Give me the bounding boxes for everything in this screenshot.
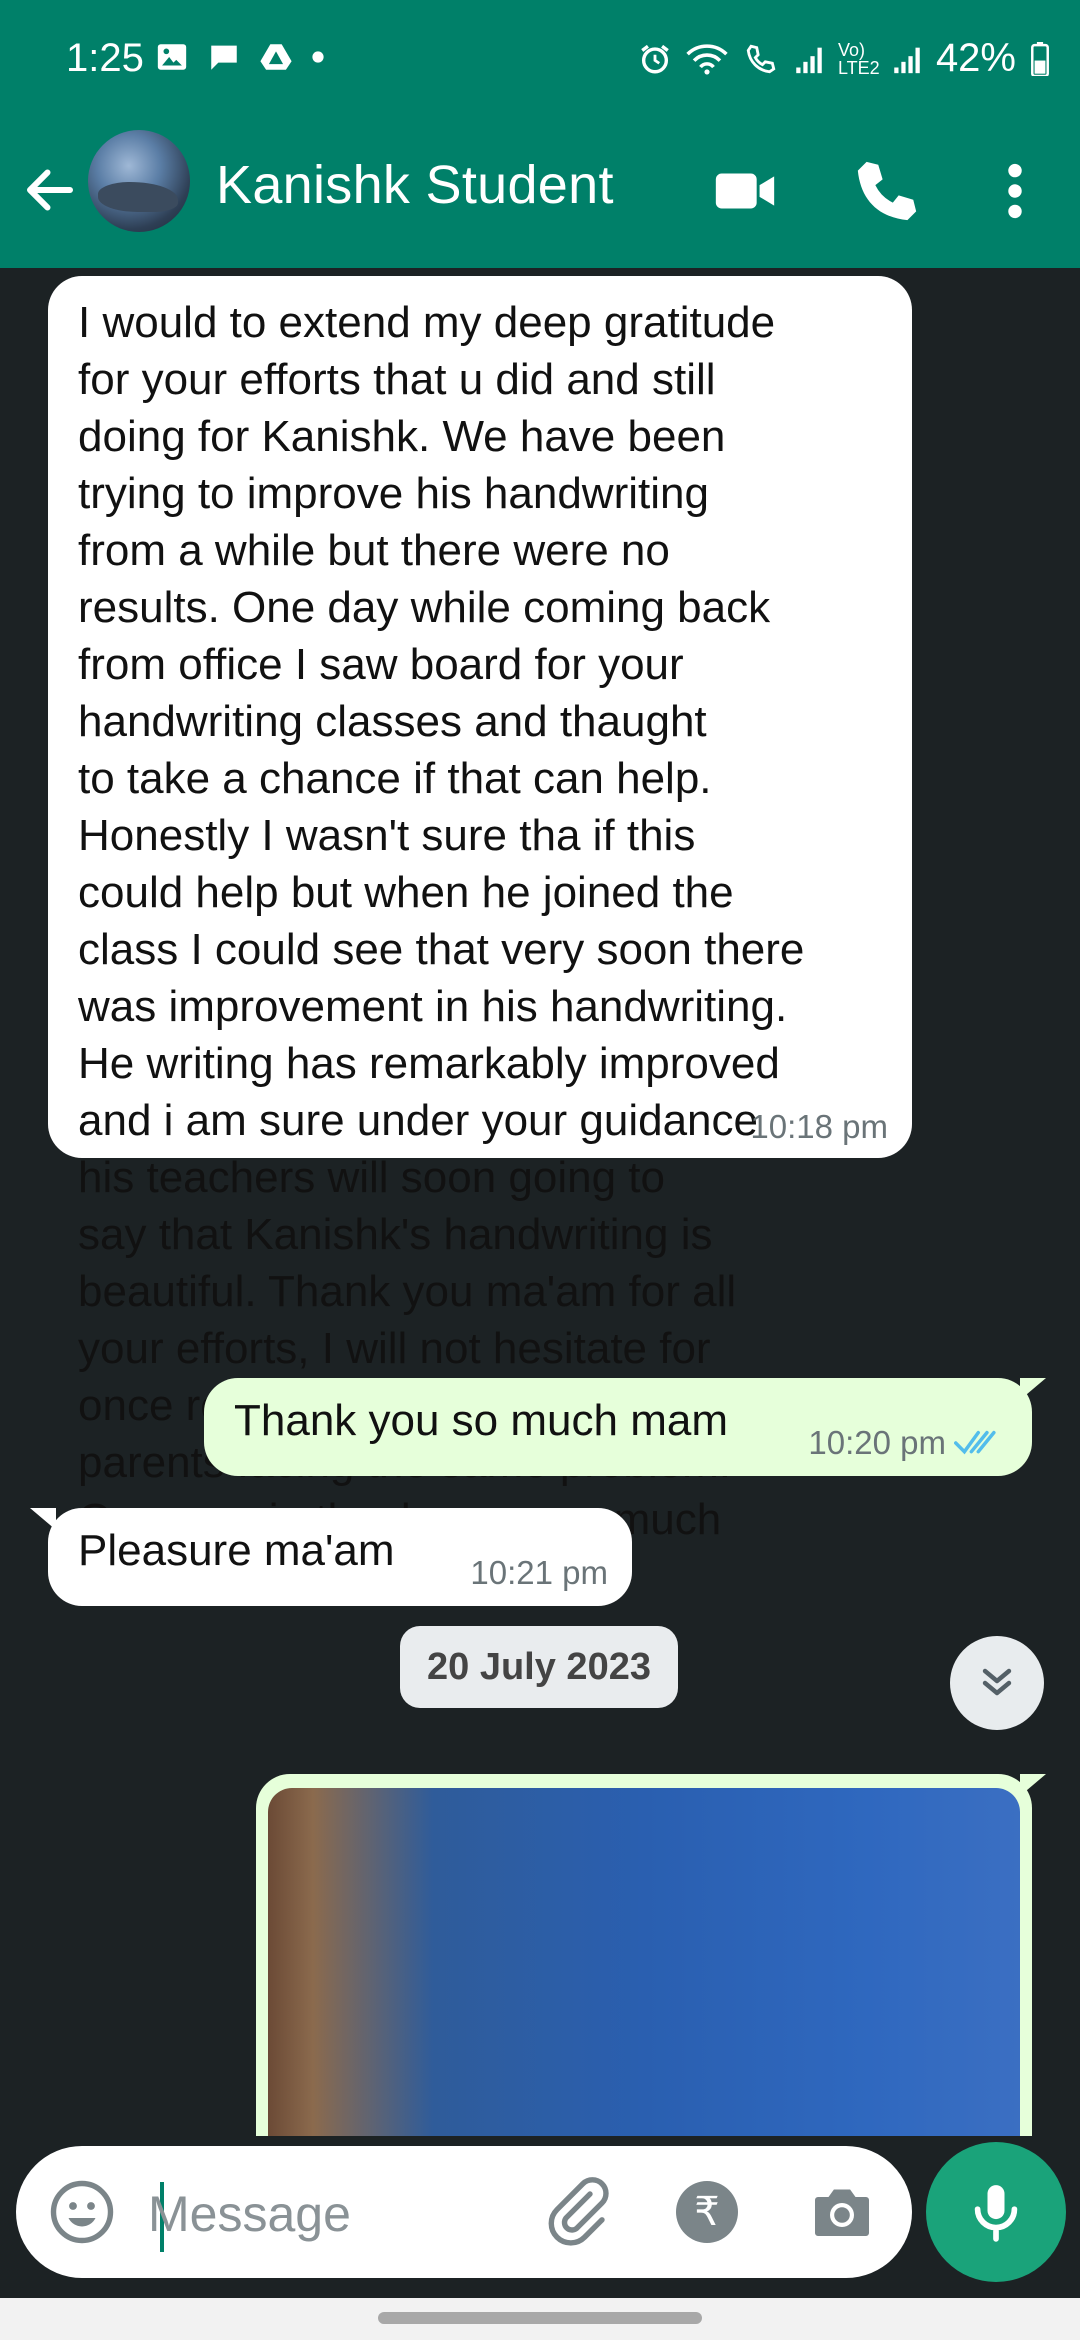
battery-icon — [1031, 41, 1049, 76]
status-time: 1:25 — [66, 36, 144, 80]
emoji-icon[interactable] — [46, 2176, 118, 2248]
message-input[interactable] — [146, 2178, 530, 2250]
message-text: Pleasure ma'am — [78, 1526, 395, 1575]
signal-2-icon — [894, 47, 920, 73]
battery-percent: 42% — [935, 36, 1016, 80]
chat-area[interactable]: I would to extend my deep gratitude for … — [0, 268, 1080, 2136]
message-incoming[interactable]: I would to extend my deep gratitude for … — [48, 276, 912, 1601]
date-separator: 20 July 2023 — [400, 1626, 678, 1708]
chat-notification-icon — [211, 45, 237, 70]
scroll-to-bottom-button[interactable] — [950, 1636, 1044, 1730]
network-label: Vo) LTE2 — [837, 39, 880, 78]
payment-icon[interactable]: ₹ — [676, 2181, 738, 2243]
voice-call-icon[interactable] — [852, 156, 922, 226]
contact-name[interactable]: Kanishk Student — [216, 154, 614, 216]
read-receipt-icon — [954, 1430, 996, 1455]
attachment-icon[interactable] — [542, 2176, 614, 2248]
drive-icon — [260, 44, 292, 70]
message-time: 10:21 pm — [470, 1554, 608, 1591]
message-time: 10:18 pm — [750, 1108, 888, 1145]
message-outgoing[interactable]: Thank you so much mam 10:20 pm — [204, 1378, 1046, 1476]
wifi-calling-icon — [746, 44, 776, 73]
media-thumbnail[interactable] — [268, 1788, 1020, 2136]
gallery-icon — [157, 44, 187, 70]
message-time: 10:20 pm — [808, 1424, 946, 1461]
back-arrow-icon[interactable] — [20, 160, 80, 220]
video-call-icon[interactable] — [710, 156, 780, 226]
message-outgoing-media[interactable] — [256, 1774, 1046, 2136]
wifi-icon — [686, 43, 728, 75]
system-navigation-bar — [0, 2298, 1080, 2340]
more-options-icon[interactable] — [980, 156, 1050, 226]
contact-avatar[interactable] — [88, 130, 190, 232]
gesture-handle[interactable] — [378, 2312, 702, 2324]
dot-icon — [312, 51, 324, 63]
microphone-icon — [974, 2185, 1018, 2242]
voice-message-button[interactable] — [926, 2142, 1066, 2282]
double-chevron-down-icon — [982, 1668, 1012, 1696]
message-incoming[interactable]: Pleasure ma'am 10:21 pm — [30, 1508, 632, 1606]
message-text: Thank you so much mam — [234, 1396, 728, 1445]
camera-icon[interactable] — [806, 2176, 878, 2248]
alarm-icon — [641, 44, 669, 73]
signal-1-icon — [796, 47, 822, 73]
chat-header: Kanishk Student — [0, 120, 1080, 268]
message-composer[interactable]: ₹ — [16, 2146, 912, 2278]
status-bar: 1:25 Vo) LTE2 42% — [0, 0, 1080, 120]
